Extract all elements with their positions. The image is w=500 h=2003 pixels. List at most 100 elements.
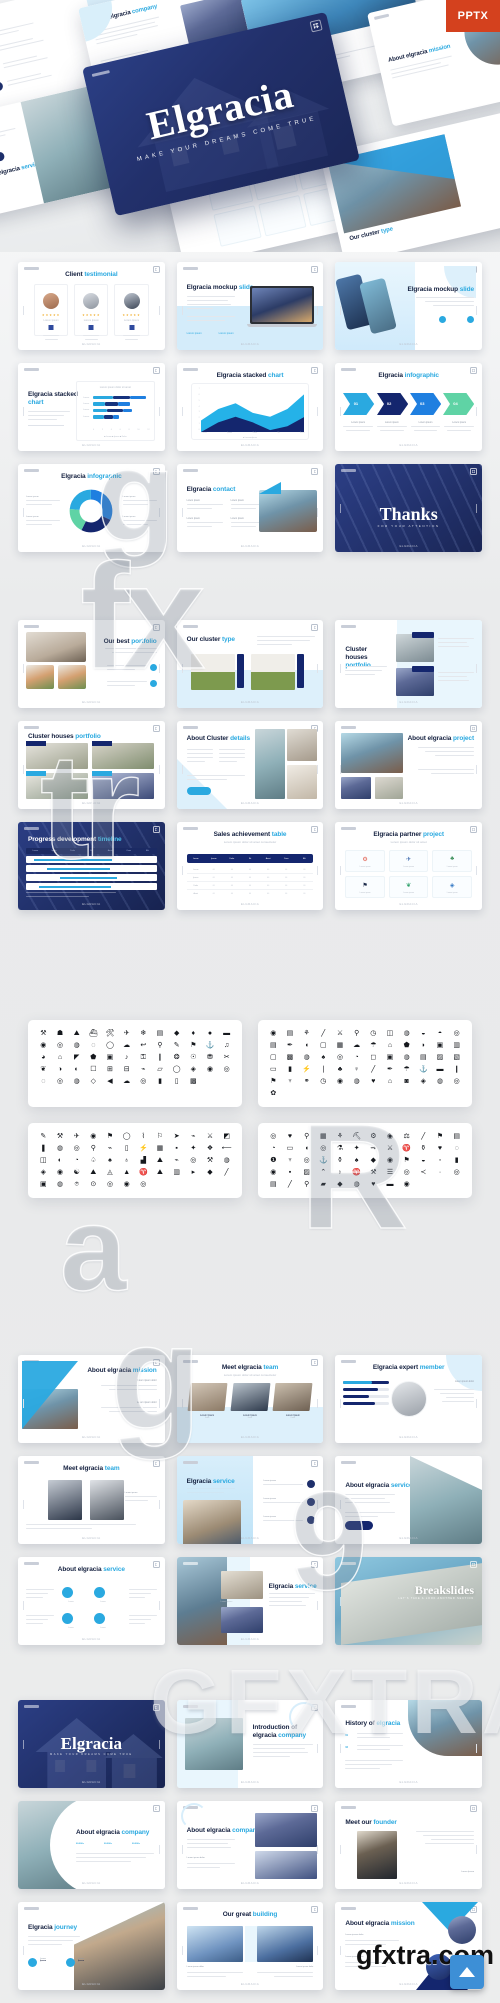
icon-glyph[interactable]: 🛠 <box>103 1029 118 1038</box>
icon-glyph[interactable]: ☂ <box>366 1041 381 1050</box>
icon-glyph[interactable]: ▧ <box>449 1053 464 1062</box>
icon-glyph[interactable]: ◤ <box>69 1053 84 1062</box>
icon-glyph[interactable]: ⚐ <box>153 1132 168 1141</box>
icon-glyph[interactable]: ⚲ <box>86 1144 101 1153</box>
slide-houses-grid[interactable]: Cluster houses portfolio ELGRACIA <box>18 721 165 809</box>
slide-about-mission[interactable]: About elgracia mission Lorem ipsum dolor… <box>18 1355 165 1443</box>
icon-glyph[interactable]: ⛏ <box>349 1132 364 1141</box>
icon-glyph[interactable]: ◎ <box>53 1077 68 1086</box>
icon-glyph[interactable]: ▭ <box>266 1065 281 1074</box>
slide-cluster-type[interactable]: Our cluster type ELGRACIA <box>176 620 324 708</box>
icon-glyph[interactable]: ⌂ <box>383 1041 398 1050</box>
slide-service-photos[interactable]: Lorem ipsum Elgracia service ELGRACIA <box>176 1557 324 1645</box>
icon-glyph[interactable]: ◎ <box>266 1132 281 1141</box>
icon-glyph[interactable]: ⟵ <box>219 1144 234 1153</box>
icon-glyph[interactable]: ♠ <box>349 1156 364 1165</box>
icon-glyph[interactable]: ⚱ <box>416 1144 431 1153</box>
icon-glyph[interactable]: ⛰ <box>153 1156 168 1165</box>
icon-glyph[interactable]: ◐ <box>53 1156 68 1165</box>
icon-glyph[interactable]: ⚘ <box>299 1029 314 1038</box>
icon-glyph[interactable]: ⚲ <box>299 1132 314 1141</box>
icon-glyph[interactable]: ⚲ <box>299 1180 314 1189</box>
icon-glyph[interactable]: ♀ <box>349 1065 364 1074</box>
icon-glyph[interactable]: ▢ <box>266 1053 281 1062</box>
slide-cover-dark[interactable]: Elgracia MAKE YOUR DREAMS COME TRUE ELGR… <box>18 1700 165 1788</box>
icon-glyph[interactable]: ▣ <box>383 1053 398 1062</box>
slide-partner-project[interactable]: Elgracia partner project Lorem ipsum dol… <box>335 822 483 910</box>
icon-glyph[interactable]: ☁ <box>349 1041 364 1050</box>
icon-glyph[interactable]: ╱ <box>316 1029 331 1038</box>
icon-glyph[interactable]: ❂ <box>169 1053 184 1062</box>
icon-glyph[interactable]: ▸ <box>186 1168 201 1177</box>
slide-founder[interactable]: Meet our founder Lorem Ipsum ELGRACIA <box>335 1801 483 1889</box>
icon-glyph[interactable]: ◩ <box>219 1132 234 1141</box>
icon-glyph[interactable]: ⌾ <box>69 1180 84 1189</box>
icon-glyph[interactable]: ◔ <box>266 1144 281 1153</box>
icon-glyph[interactable]: ◈ <box>416 1077 431 1086</box>
icon-glyph[interactable]: ▬ <box>383 1180 398 1189</box>
icon-glyph[interactable]: ◎ <box>69 1144 84 1153</box>
icon-glyph[interactable]: ♫ <box>219 1041 234 1050</box>
icon-glyph[interactable]: ◎ <box>316 1144 331 1153</box>
cta-button[interactable] <box>345 1521 374 1530</box>
icon-glyph[interactable]: ❚ <box>36 1144 51 1153</box>
icon-glyph[interactable]: ♥ <box>366 1180 381 1189</box>
icon-glyph[interactable]: ⚲ <box>349 1029 364 1038</box>
icon-glyph[interactable]: · <box>433 1168 448 1177</box>
back-to-top-button[interactable] <box>450 1955 484 1989</box>
icon-glyph[interactable]: ◎ <box>449 1029 464 1038</box>
icon-glyph[interactable]: ❖ <box>203 1144 218 1153</box>
icon-glyph[interactable]: ◖ <box>299 1144 314 1153</box>
icon-glyph[interactable]: ⚖ <box>399 1132 414 1141</box>
slide-stacked-area-chart[interactable]: Elgracia stacked chart 76543210 Lorem Ips… <box>176 363 324 451</box>
icon-glyph[interactable]: ◬ <box>103 1168 118 1177</box>
icon-glyph[interactable]: ▤ <box>416 1053 431 1062</box>
icon-glyph[interactable]: ◯ <box>169 1065 184 1074</box>
icon-glyph[interactable]: ⚓ <box>316 1156 331 1165</box>
icon-glyph[interactable]: ◔ <box>349 1053 364 1062</box>
icon-glyph[interactable]: ▮ <box>449 1156 464 1165</box>
icon-glyph[interactable]: ❦ <box>36 1065 51 1074</box>
icon-glyph[interactable]: ♁ <box>119 1156 134 1165</box>
icon-glyph[interactable]: ▬ <box>433 1065 448 1074</box>
icon-glyph[interactable]: ⌁ <box>136 1065 151 1074</box>
icon-glyph[interactable]: ⚑ <box>266 1077 281 1086</box>
icon-glyph[interactable]: ◑ <box>53 1065 68 1074</box>
icon-glyph[interactable]: ▮ <box>283 1065 298 1074</box>
icon-glyph[interactable]: ◌ <box>449 1144 464 1153</box>
icon-glyph[interactable]: ◆ <box>203 1168 218 1177</box>
icon-glyph[interactable]: ◎ <box>219 1065 234 1074</box>
icon-glyph[interactable]: ⚔ <box>203 1132 218 1141</box>
icon-glyph[interactable]: ◕ <box>36 1053 51 1062</box>
icon-glyph[interactable]: ☁ <box>119 1077 134 1086</box>
icon-glyph[interactable]: ⚑ <box>399 1156 414 1165</box>
icon-glyph[interactable]: ⬟ <box>399 1041 414 1050</box>
icon-glyph[interactable]: ◉ <box>53 1168 68 1177</box>
icon-glyph[interactable]: ▣ <box>36 1180 51 1189</box>
icon-glyph[interactable]: ◍ <box>219 1156 234 1165</box>
slide-sales-table[interactable]: Sales achievement table Lorem ipsum dolo… <box>176 822 324 910</box>
icon-glyph[interactable]: ⌇ <box>136 1132 151 1141</box>
slide-history[interactable]: History of elgracia 01 02 ELGRACIA <box>335 1700 483 1788</box>
icon-glyph[interactable]: ▣ <box>103 1053 118 1062</box>
icon-glyph[interactable]: ◍ <box>299 1053 314 1062</box>
slide-cluster-houses-portfolio[interactable]: Cluster houses portfolio ELGRACIA <box>335 620 483 708</box>
icon-glyph[interactable]: ▤ <box>266 1180 281 1189</box>
icon-glyph[interactable]: ✿ <box>266 1089 281 1098</box>
icon-glyph[interactable]: ▮ <box>153 1077 168 1086</box>
icon-glyph[interactable]: ☐ <box>86 1065 101 1074</box>
icon-glyph[interactable]: ◉ <box>203 1065 218 1074</box>
icon-glyph[interactable]: ♣ <box>333 1065 348 1074</box>
icon-glyph[interactable]: ⚔ <box>383 1144 398 1153</box>
icon-glyph[interactable]: ◎ <box>53 1041 68 1050</box>
slide-progress-timeline[interactable]: Progress development timeline Lorem Ipsu… <box>18 822 165 910</box>
icon-glyph[interactable]: ✈ <box>119 1029 134 1038</box>
icon-glyph[interactable]: ⚘ <box>333 1132 348 1141</box>
icon-glyph[interactable]: ▩ <box>186 1077 201 1086</box>
icon-glyph[interactable]: ◎ <box>186 1156 201 1165</box>
slide-introduction[interactable]: Introduction of elgracia company ELGRACI… <box>176 1700 324 1788</box>
slide-thanks[interactable]: Thanks FOR YOUR ATTENTION ELGRACIA <box>335 464 483 552</box>
icon-glyph[interactable]: ◯ <box>103 1041 118 1050</box>
icon-glyph[interactable]: ⌃ <box>316 1168 331 1177</box>
icon-glyph[interactable]: ▣ <box>433 1041 448 1050</box>
